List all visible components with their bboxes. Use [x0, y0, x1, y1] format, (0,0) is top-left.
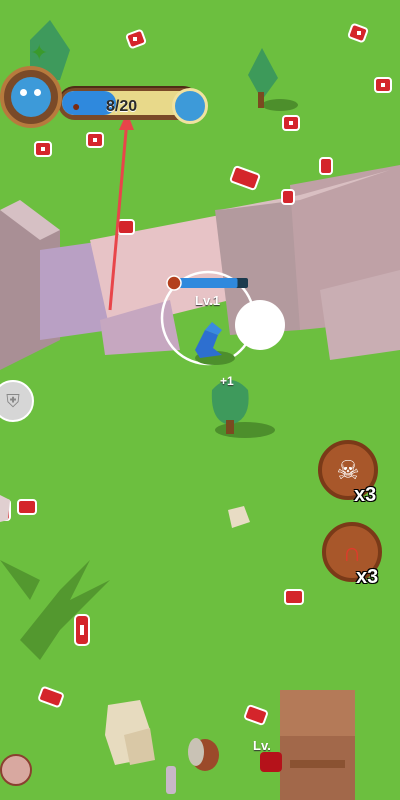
meat-icon: [166, 275, 182, 291]
enemy-dino: [260, 752, 282, 772]
gain-popup: +1: [220, 374, 234, 388]
blue-dino-icon: [0, 66, 62, 128]
magnet-skill-count: x3: [356, 566, 379, 588]
wooden-crate: [280, 690, 355, 800]
player-level-bar-fill: [178, 278, 238, 288]
shield-icon: ⛨: [6, 390, 20, 411]
blue-dino-next-icon: [172, 88, 208, 124]
player-level-label: Lv.1: [195, 293, 221, 308]
hud-progress-text: 8/20: [106, 98, 138, 115]
dino-roar-icon: ☠: [336, 454, 360, 485]
enemy-level-label: Lv.: [253, 738, 271, 753]
joystick-thumb[interactable]: [235, 300, 285, 350]
player-avatar[interactable]: [0, 754, 32, 786]
meat-icon: ●: [72, 98, 81, 114]
leaf-decoration-icon: ✦: [30, 40, 49, 65]
magnet-icon: ∩: [342, 536, 362, 567]
dino-rage-skill-count: x3: [354, 484, 377, 506]
